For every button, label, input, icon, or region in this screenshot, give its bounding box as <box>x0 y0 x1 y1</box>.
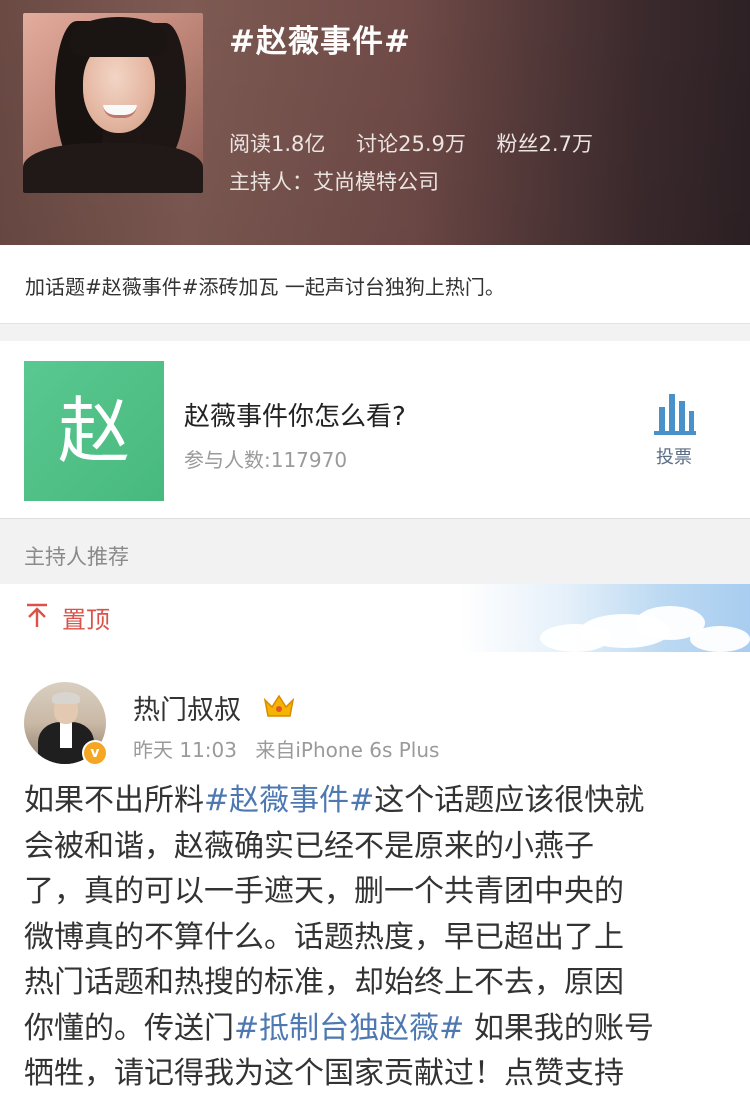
pinned-row: 置顶 <box>0 584 750 653</box>
post-text-segment: 你懂的。传送门 <box>24 1010 234 1046</box>
read-count: 阅读1.8亿 <box>229 132 326 156</box>
poll-thumbnail: 赵 <box>24 361 164 501</box>
poll-title[interactable]: 赵薇事件你怎么看? <box>184 396 406 433</box>
divider <box>0 324 750 341</box>
bar-chart-icon <box>654 394 696 435</box>
cloud-shape <box>540 624 610 652</box>
photo-hair-left <box>55 21 103 171</box>
crown-icon <box>263 694 295 717</box>
fan-count: 粉丝2.7万 <box>496 132 593 156</box>
post-text-line: 牺牲，请记得我为这个国家贡献过！点赞支持 <box>24 1051 728 1097</box>
hashtag-link[interactable]: #赵薇事件# <box>204 783 374 818</box>
post-text-segment: 这个话题应该很快就 <box>374 783 645 818</box>
post-text-line: 如果不出所料#赵薇事件#这个话题应该很快就 <box>24 778 728 824</box>
topic-intro: 加话题#赵薇事件#添砖加瓦 一起声讨台独狗上热门。 <box>0 245 750 324</box>
discussion-count: 讨论25.9万 <box>356 132 466 156</box>
photo-hair-top <box>71 17 167 57</box>
topic-header: #赵薇事件# 阅读1.8亿 讨论25.9万 粉丝2.7万 主持人：艾尚模特公司 <box>0 0 750 245</box>
vote-button[interactable]: 投票 <box>642 389 706 469</box>
topic-host[interactable]: 主持人：艾尚模特公司 <box>229 166 439 196</box>
poll-card[interactable]: 赵 赵薇事件你怎么看? 参与人数:117970 投票 <box>0 341 750 519</box>
section-header: 主持人推荐 <box>0 519 750 584</box>
post-text-segment: 如果不出所料 <box>24 783 204 818</box>
topic-title: #赵薇事件# <box>229 24 411 60</box>
post-text-line: 会被和谐，赵薇确实已经不是原来的小燕子 <box>24 824 728 870</box>
post-text-line: 热门话题和热搜的标准，却始终上不去，原因 <box>24 960 728 1006</box>
topic-stats: 阅读1.8亿 讨论25.9万 粉丝2.7万 <box>229 128 617 158</box>
photo-hair-right <box>141 23 186 163</box>
intro-text: 加话题#赵薇事件#添砖加瓦 一起声讨台独狗上热门。 <box>25 275 505 299</box>
sky-decoration <box>460 584 750 652</box>
post-time: 昨天 11:03 <box>133 738 237 762</box>
cloud-shape <box>690 626 750 652</box>
poll-participants: 参与人数:117970 <box>184 448 348 472</box>
photo-body <box>23 143 203 193</box>
post-text-line: 微博真的不算什么。话题热度，早已超出了上 <box>24 915 728 961</box>
pinned-label: 置顶 <box>62 606 110 634</box>
post-text-segment: 热门话题和热搜的标准，却始终上不去，原因 <box>24 965 624 1000</box>
feed-post: v 热门叔叔 昨天 11:03 来自iPhone 6s Plus 如果不出所料#… <box>0 652 750 1091</box>
post-text: 如果不出所料#赵薇事件#这个话题应该很快就会被和谐，赵薇确实已经不是原来的小燕子… <box>24 778 728 1097</box>
hashtag-link[interactable]: #抵制台独赵薇# <box>234 1011 464 1046</box>
avatar-shirt <box>60 722 72 748</box>
pin-top-icon <box>27 603 47 627</box>
post-text-segment: 会被和谐，赵薇确实已经不是原来的小燕子 <box>24 828 594 864</box>
user-name[interactable]: 热门叔叔 <box>133 688 241 727</box>
topic-cover-photo <box>23 13 203 193</box>
post-text-segment: 了，真的可以一手遮天，删一个共青团中央的 <box>24 874 624 909</box>
post-meta: 昨天 11:03 来自iPhone 6s Plus <box>133 734 439 763</box>
avatar-hair <box>52 692 80 704</box>
post-source: 来自iPhone 6s Plus <box>255 738 440 762</box>
photo-smile <box>103 105 137 118</box>
post-text-segment: 微博真的不算什么。话题热度，早已超出了上 <box>24 919 624 955</box>
vote-label: 投票 <box>656 447 692 468</box>
verified-badge-icon: v <box>82 740 108 766</box>
post-text-segment: 如果我的账号 <box>464 1010 654 1046</box>
photo-face <box>83 41 155 133</box>
post-text-line: 了，真的可以一手遮天，删一个共青团中央的 <box>24 869 728 915</box>
post-text-line: 你懂的。传送门#抵制台独赵薇# 如果我的账号 <box>24 1006 728 1052</box>
section-title: 主持人推荐 <box>24 545 129 569</box>
